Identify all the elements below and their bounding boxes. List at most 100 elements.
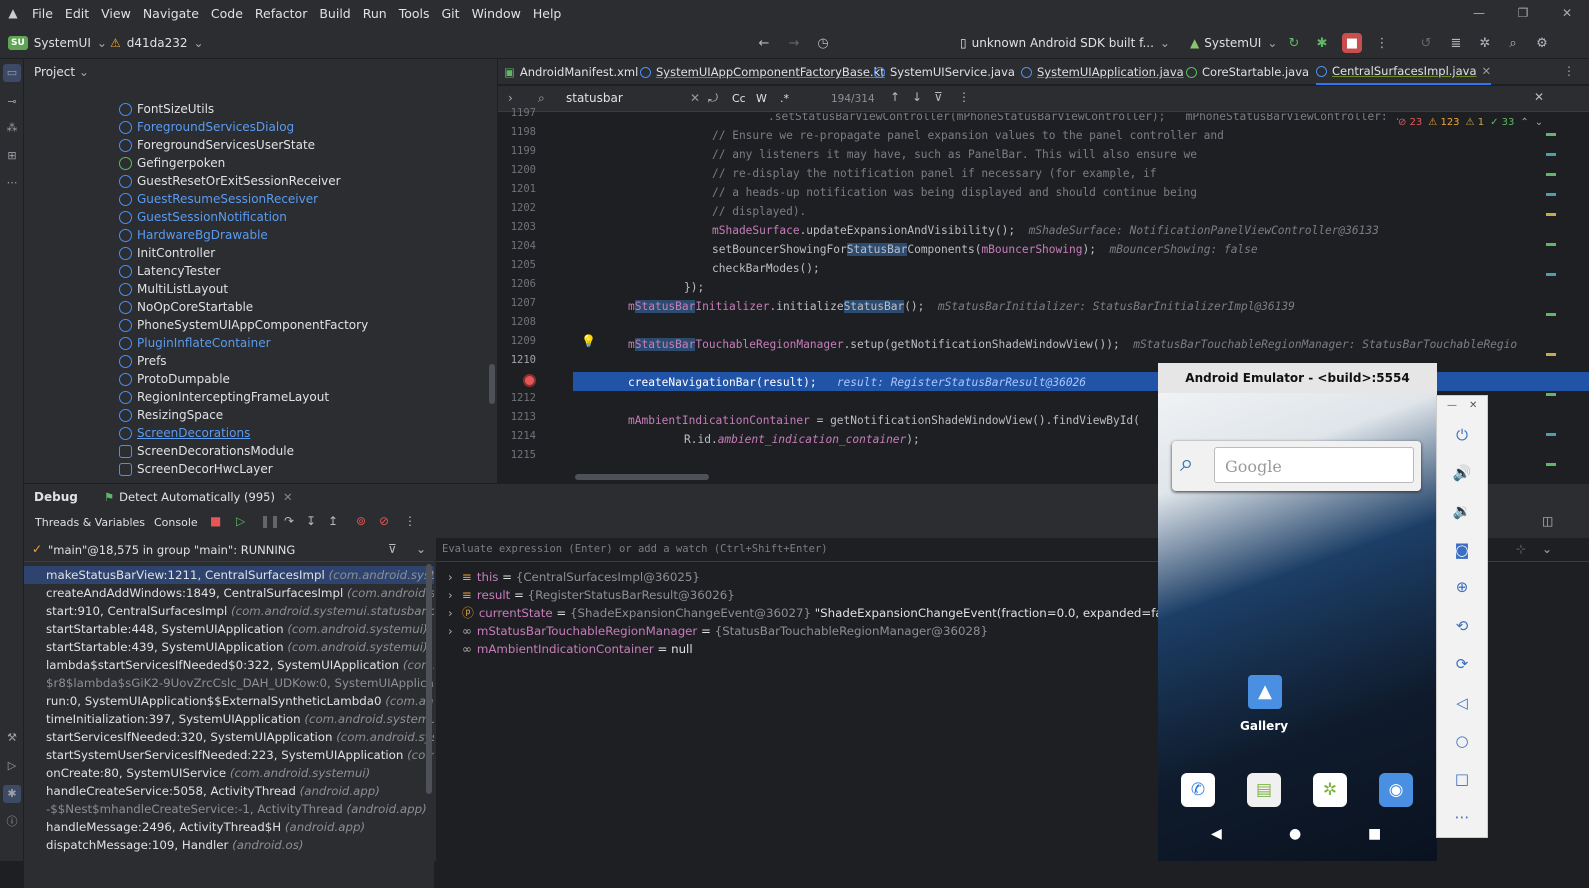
home-icon[interactable]: ○	[1451, 730, 1473, 752]
power-icon[interactable]: ⏻	[1451, 424, 1473, 446]
horizontal-scrollbar[interactable]	[575, 474, 709, 480]
expand-arrow-icon[interactable]: ›	[448, 568, 453, 586]
more-icon[interactable]: ⋯	[1451, 806, 1473, 828]
tree-item[interactable]: GuestResetOrExitSessionReceiver	[119, 172, 341, 190]
thread-selector[interactable]: ✓ "main"@18,575 in group "main": RUNNING…	[24, 538, 434, 562]
project-panel-header[interactable]: Project ⌄	[24, 59, 497, 85]
gallery-label[interactable]: Gallery	[1240, 719, 1288, 733]
more-tools-icon[interactable]: ⋯	[3, 174, 21, 192]
tree-item[interactable]: ScreenDecorHwcLayer	[119, 460, 273, 478]
app-logo-icon[interactable]: ▲	[0, 0, 26, 26]
vcs-branch-selector[interactable]: ⚠ d41da232 ⌄	[110, 26, 204, 59]
menu-help[interactable]: Help	[527, 6, 568, 21]
next-problem-icon[interactable]: ⌄	[1535, 117, 1543, 128]
tree-item[interactable]: ForegroundServicesDialog	[119, 118, 294, 136]
menu-view[interactable]: View	[95, 6, 137, 21]
overview-icon[interactable]: □	[1451, 768, 1473, 790]
tree-item[interactable]: GuestSessionNotification	[119, 208, 287, 226]
find-input[interactable]: statusbar	[566, 91, 623, 105]
camera-app-icon[interactable]: ◉	[1379, 773, 1413, 807]
chevron-down-icon[interactable]: ⌄	[1542, 542, 1552, 556]
apply-changes-icon[interactable]: ↺	[1416, 33, 1436, 53]
volume-up-icon[interactable]: 🔊	[1451, 462, 1473, 484]
tree-item[interactable]: LatencyTester	[119, 262, 220, 280]
menu-file[interactable]: File	[26, 6, 59, 21]
match-case-toggle[interactable]: Cc	[732, 92, 746, 105]
attach-debugger-icon[interactable]: ✲	[1475, 33, 1495, 53]
tree-item[interactable]: ProtoDumpable	[119, 370, 230, 388]
error-stripe[interactable]	[1544, 113, 1558, 483]
tree-item[interactable]: InitController	[119, 244, 215, 262]
stop-debug-icon[interactable]: ■	[210, 514, 221, 528]
nav-recents-icon[interactable]: ■	[1368, 826, 1381, 842]
tree-item[interactable]: ResizingSpace	[119, 406, 223, 424]
tree-item[interactable]: Gefingerpoken	[119, 154, 225, 172]
search-icon[interactable]: ⌕	[1503, 33, 1523, 53]
project-folder-icon[interactable]: ▭	[3, 64, 21, 82]
step-over-icon[interactable]: ↷	[284, 514, 294, 528]
rotate-left-icon[interactable]: ⟲	[1451, 615, 1473, 637]
menu-build[interactable]: Build	[313, 6, 356, 21]
expand-arrow-icon[interactable]: ›	[448, 622, 453, 640]
tree-item[interactable]: ScreenDecorationsModule	[119, 442, 294, 460]
gallery-app-icon[interactable]: ▲	[1248, 675, 1282, 709]
variable-row[interactable]: › ⓟ currentState = {ShadeExpansionChangeEv…	[448, 604, 1228, 622]
frame-row[interactable]: dispatchMessage:109, Handler (android.os…	[46, 836, 303, 854]
frame-row[interactable]: run:0, SystemUIApplication$$ExternalSynt…	[46, 692, 434, 710]
view-breakpoints-icon[interactable]: ⊚	[356, 514, 366, 528]
tab-component-factory[interactable]: SystemUIAppComponentFactoryBase.kt	[640, 59, 885, 85]
restore-icon[interactable]: ❐	[1501, 0, 1545, 26]
next-match-icon[interactable]: ↓	[912, 90, 922, 104]
menu-code[interactable]: Code	[205, 6, 249, 21]
mute-breakpoints-icon[interactable]: ⊘	[379, 514, 389, 528]
device-selector[interactable]: ▯ unknown Android SDK built f... ⌄	[960, 26, 1170, 59]
step-out-icon[interactable]: ↥	[328, 514, 338, 528]
google-search-input[interactable]: Google	[1214, 447, 1414, 483]
resource-manager-icon[interactable]: ⊞	[3, 147, 21, 165]
expand-replace-icon[interactable]: ›	[508, 91, 513, 105]
tab-systemui-service[interactable]: SystemUIService.java	[874, 59, 1015, 85]
close-find-icon[interactable]: ✕	[1534, 90, 1544, 104]
debug-more-icon[interactable]: ⋮	[404, 514, 416, 528]
close-session-icon[interactable]: ✕	[283, 490, 293, 504]
breakpoint-icon[interactable]	[523, 374, 536, 387]
frame-row[interactable]: handleMessage:2496, ActivityThread$H (an…	[46, 818, 365, 836]
tab-central-surfaces-impl[interactable]: CentralSurfacesImpl.java ✕	[1316, 59, 1492, 85]
menu-navigate[interactable]: Navigate	[137, 6, 205, 21]
tree-item[interactable]: PhoneSystemUIAppComponentFactory	[119, 316, 368, 334]
tree-item[interactable]: PluginInflateContainer	[119, 334, 271, 352]
tree-item[interactable]: RegionInterceptingFrameLayout	[119, 388, 329, 406]
tabs-more-icon[interactable]: ⋮	[1563, 64, 1575, 78]
frames-scrollbar[interactable]	[426, 564, 432, 794]
stop-icon[interactable]: ■	[1342, 33, 1362, 53]
tree-item[interactable]: FontSizeUtils	[119, 100, 214, 118]
debug-icon[interactable]: ✱	[3, 785, 21, 803]
tab-console[interactable]: Console	[154, 516, 198, 529]
menu-tools[interactable]: Tools	[393, 6, 436, 21]
settings-gear-icon[interactable]: ⚙	[1532, 33, 1552, 53]
nav-back-icon[interactable]: ◀	[1211, 826, 1222, 842]
build-icon[interactable]: ⚒	[3, 729, 21, 747]
chevron-down-icon[interactable]: ⌄	[416, 542, 426, 556]
variable-row[interactable]: › ≡ this = {CentralSurfacesImpl@36025}	[448, 568, 700, 586]
frame-row[interactable]: startServicesIfNeeded:320, SystemUIAppli…	[46, 728, 434, 746]
android-app-icon[interactable]: ✲	[1313, 773, 1347, 807]
more-actions-icon[interactable]: ⋮	[1372, 33, 1392, 53]
structure-icon[interactable]: ⁂	[3, 119, 21, 137]
frame-row[interactable]: start:910, CentralSurfacesImpl (com.andr…	[46, 602, 434, 620]
find-more-icon[interactable]: ⋮	[958, 90, 970, 104]
files-app-icon[interactable]: ▤	[1247, 773, 1281, 807]
prev-problem-icon[interactable]: ⌃	[1520, 117, 1528, 128]
search-history-icon[interactable]: ⤾	[708, 91, 718, 106]
debug-bug-icon[interactable]: ✱	[1312, 33, 1332, 53]
frame-row[interactable]: timeInitialization:397, SystemUIApplicat…	[46, 710, 434, 728]
tree-item[interactable]: GuestResumeSessionReceiver	[119, 190, 318, 208]
tab-systemui-application[interactable]: SystemUIApplication.java	[1021, 59, 1184, 85]
recent-history-icon[interactable]: ◷	[813, 33, 833, 53]
inspection-widget[interactable]: ⊘ 23 ⚠ 123 ⚠ 1 ✓ 33 ⌃ ⌄	[1398, 117, 1544, 128]
menu-window[interactable]: Window	[466, 6, 527, 21]
back-icon[interactable]: ←	[754, 33, 774, 53]
pause-icon[interactable]: ❚❚	[260, 514, 280, 528]
volume-down-icon[interactable]: 🔉	[1451, 500, 1473, 522]
tree-item[interactable]: HardwareBgDrawable	[119, 226, 268, 244]
